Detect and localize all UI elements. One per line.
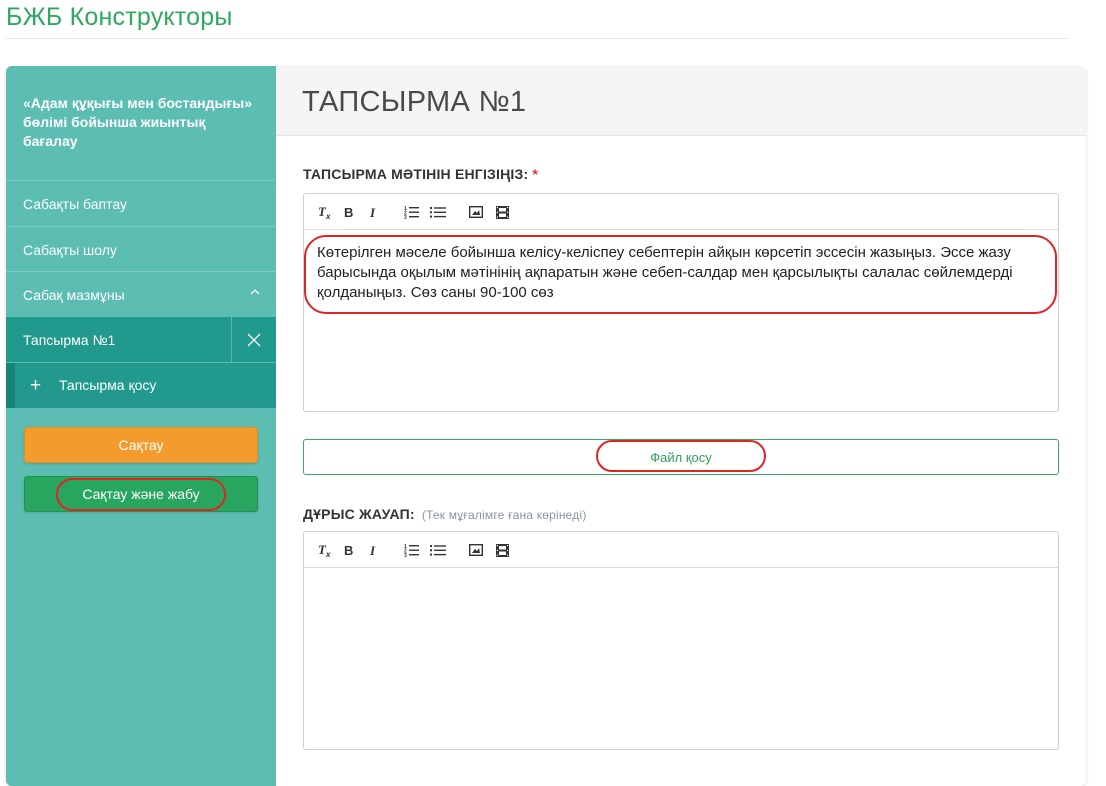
correct-answer-label: ДҰРЫС ЖАУАП: (Тек мұғалімге ғана көрінед… [303, 506, 587, 522]
bold-icon[interactable]: B [342, 203, 356, 221]
add-file-button[interactable]: Файл қосу [303, 439, 1059, 475]
add-task-button[interactable]: + Тапсырма қосу [6, 363, 276, 408]
required-mark: * [532, 166, 539, 182]
main-panel: ТАПСЫРМА №1 ТАПСЫРМА МӘТІНІН ЕНГІЗІҢІЗ: … [276, 66, 1086, 786]
chevron-up-icon[interactable] [250, 287, 260, 297]
active-accent [6, 363, 15, 408]
svg-text:3: 3 [404, 215, 407, 219]
save-and-close-button[interactable]: Сақтау және жабу [24, 476, 258, 512]
sidebar-item-label: Сабақ мазмұны [23, 286, 125, 303]
clear-format-icon[interactable]: Tx [317, 203, 333, 221]
constructor-card: «Адам құқығы мен бостандығы» бөлімі бойы… [6, 66, 1086, 786]
svg-text:I: I [369, 205, 376, 219]
plus-icon: + [30, 375, 42, 396]
sidebar-item-label: Тапсырма №1 [23, 331, 116, 348]
bold-icon[interactable]: B [342, 541, 356, 559]
save-button[interactable]: Сақтау [24, 427, 258, 463]
teacher-only-hint: (Тек мұғалімге ғана көрінеді) [421, 508, 587, 522]
italic-icon[interactable]: I [368, 203, 380, 221]
svg-text:x: x [325, 212, 331, 220]
ordered-list-icon[interactable]: 1 2 3 [404, 541, 420, 559]
svg-text:I: I [369, 543, 376, 557]
video-icon[interactable] [494, 541, 510, 559]
clear-format-icon[interactable]: Tx [317, 541, 333, 559]
svg-text:3: 3 [404, 553, 407, 557]
svg-text:B: B [344, 205, 353, 219]
task-text-label: ТАПСЫРМА МӘТІНІН ЕНГІЗІҢІЗ: * [303, 166, 538, 182]
sidebar-item-task-1[interactable]: Тапсырма №1 [6, 317, 276, 362]
svg-text:B: B [344, 543, 353, 557]
add-task-label: Тапсырма қосу [59, 377, 157, 393]
task-text-editor[interactable]: Tx B I 1 2 3 Көтерілген мәселе бойынша к… [303, 193, 1059, 412]
svg-text:x: x [325, 550, 331, 558]
sidebar-item-label: Сабақты баптау [23, 195, 127, 212]
sidebar: «Адам құқығы мен бостандығы» бөлімі бойы… [6, 66, 276, 786]
page-title: БЖБ Конструкторы [6, 3, 233, 31]
correct-answer-editor[interactable]: Tx B I 1 2 3 [303, 531, 1059, 750]
correct-answer-label-text: ДҰРЫС ЖАУАП: [303, 506, 415, 522]
editor-toolbar: Tx B I 1 2 3 [304, 194, 1058, 230]
sidebar-item-label: Сабақты шолу [23, 241, 117, 258]
sidebar-item-lesson-settings[interactable]: Сабақты баптау [6, 180, 276, 226]
image-icon[interactable] [468, 203, 484, 221]
task-text-label-text: ТАПСЫРМА МӘТІНІН ЕНГІЗІҢІЗ: [303, 166, 529, 182]
main-header: ТАПСЫРМА №1 [276, 66, 1086, 136]
close-icon [247, 333, 261, 346]
sidebar-item-lesson-review[interactable]: Сабақты шолу [6, 226, 276, 272]
editor-toolbar: Tx B I 1 2 3 [304, 532, 1058, 568]
bullet-list-icon[interactable] [430, 541, 446, 559]
ordered-list-icon[interactable]: 1 2 3 [404, 203, 420, 221]
sidebar-item-lesson-content[interactable]: Сабақ мазмұны [6, 271, 276, 317]
page-header: БЖБ Конструкторы [6, 0, 1068, 39]
task-text-content[interactable]: Көтерілген мәселе бойынша келісу-келіспе… [317, 243, 1047, 303]
italic-icon[interactable]: I [368, 541, 380, 559]
sidebar-title: «Адам құқығы мен бостандығы» бөлімі бойы… [23, 95, 253, 149]
task-title: ТАПСЫРМА №1 [302, 86, 527, 118]
bullet-list-icon[interactable] [430, 203, 446, 221]
video-icon[interactable] [494, 203, 510, 221]
remove-task-button[interactable] [232, 317, 276, 362]
image-icon[interactable] [468, 541, 484, 559]
